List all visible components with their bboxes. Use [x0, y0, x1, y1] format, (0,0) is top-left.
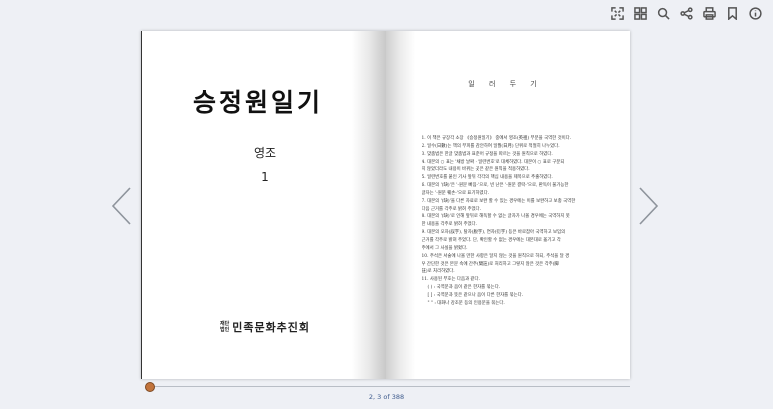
book-spread: 승정원일기 영조 1 재단 법인 민족문화추진회 일 러 두 기 1. 이 책은… — [141, 31, 630, 379]
progress-track[interactable] — [147, 386, 630, 387]
publisher-prefix: 재단 법인 — [220, 321, 229, 333]
fullscreen-icon[interactable] — [610, 6, 625, 21]
note-item: 8. 대본의 '(缺)'로 인해 앞뒤로 해독할 수 없는 글자가 나올 경우에… — [421, 214, 570, 220]
note-item: 11. 사용된 부호는 다음과 같다. — [421, 277, 480, 283]
notes-list: 1. 이 책은 규장각 소장 《승정원일기》 중에서 영조(英祖) 부분을 국역… — [422, 135, 598, 308]
previous-page-arrow[interactable] — [110, 186, 132, 226]
note-item: 5. 일련번호를 붙인 기사 앞뒤 각각의 핵심 내용을 제목으로 추출하였다. — [421, 175, 553, 181]
symbol-item: [ ] : 국역문과 뜻은 같으나 음이 다른 한자를 묶는다. — [427, 292, 524, 298]
book-title: 승정원일기 — [192, 88, 323, 117]
note-item: 2. 일수(日數)는 책의 부피를 감안하여 일월(日月) 단위로 적절히 나누… — [421, 143, 560, 149]
note-item: 근거를 각주로 밝혀 주었다. 단, 확인할 수 없는 경우에는 대본대로 옮기… — [421, 237, 561, 243]
total-pages: 388 — [391, 393, 405, 401]
next-page-arrow[interactable] — [638, 186, 660, 226]
note-item: 6. 대본의 '(缺)'은 '-원문 빠짐-'으로, 빈 난은 '-원문 결락-… — [421, 183, 569, 189]
symbol-item: " " : 대화나 강조문 등의 인용문을 묶는다. — [427, 300, 505, 306]
note-item: 1. 이 책은 규장각 소장 《승정원일기》 중에서 영조(英祖) 부분을 국역… — [421, 136, 572, 141]
of-label: of — [383, 393, 390, 401]
right-page[interactable]: 일 러 두 기 1. 이 책은 규장각 소장 《승정원일기》 중에서 영조(英祖… — [385, 31, 630, 379]
note-item: 4. 대본의 ○ 표는 '채방 날짜 · 일련번호'로 대체하였다. 대본이 ○… — [421, 159, 565, 165]
note-item: 9. 대본의 오자(誤字), 탈자(脫字), 연자(衍字) 등은 바로잡아 국역… — [421, 230, 566, 236]
note-item: 우 간단한 것은 본문 속에 간주(間註)로 처리하고 그렇지 않은 것은 각주… — [421, 261, 559, 267]
bookmark-icon[interactable] — [725, 6, 740, 21]
note-item: 한 내용을 각주로 밝혀 주었다. — [421, 222, 477, 228]
print-icon[interactable] — [702, 6, 717, 21]
grid-icon[interactable] — [633, 6, 648, 21]
note-item: 3. 맞춤법은 한글 맞춤법과 표준어 규정을 따르는 것을 원칙으로 하였다. — [421, 151, 553, 157]
note-item: 다음 근거를 각주로 밝혀 주었다. — [421, 206, 482, 212]
book-subtitle: 영조 — [253, 146, 277, 160]
notes-title: 일 러 두 기 — [468, 80, 543, 88]
note-item: 10. 주석은 서술에 나올 만한 사항은 달지 않는 것을 원칙으로 하되, … — [421, 253, 570, 259]
progress-thumb[interactable] — [145, 382, 155, 392]
publisher-prefix-line-2: 법인 — [220, 327, 230, 333]
info-icon[interactable] — [748, 6, 763, 21]
note-item: 글자는 '-원문 훼손-'으로 표기하였다. — [421, 190, 490, 196]
toolbar — [610, 6, 763, 21]
note-item: 주에서 그 사실을 밝혔다. — [421, 245, 468, 251]
note-item: 註)로 처리하였다. — [421, 269, 455, 275]
publisher: 재단 법인 민족문화추진회 — [220, 319, 310, 335]
publisher-name: 민족문화추진회 — [232, 321, 311, 334]
left-page[interactable]: 승정원일기 영조 1 재단 법인 민족문화추진회 — [141, 31, 386, 379]
note-item: 지 않았더라도 내용이 바뀌는 곳은 같은 원칙을 적용하였다. — [421, 167, 530, 173]
note-item: 7. 대본의 '(缺)'을 다른 자료로 보완 할 수 있는 경우에는 이를 보… — [421, 198, 576, 204]
current-pages: 2, 3 — [368, 393, 382, 401]
page-indicator: 2, 3 of 388 — [0, 393, 773, 401]
search-icon[interactable] — [656, 6, 671, 21]
symbol-item: ( ) : 국역문과 음이 같은 한자를 묶는다. — [427, 285, 501, 291]
book-volume: 1 — [261, 170, 269, 184]
share-icon[interactable] — [679, 6, 694, 21]
